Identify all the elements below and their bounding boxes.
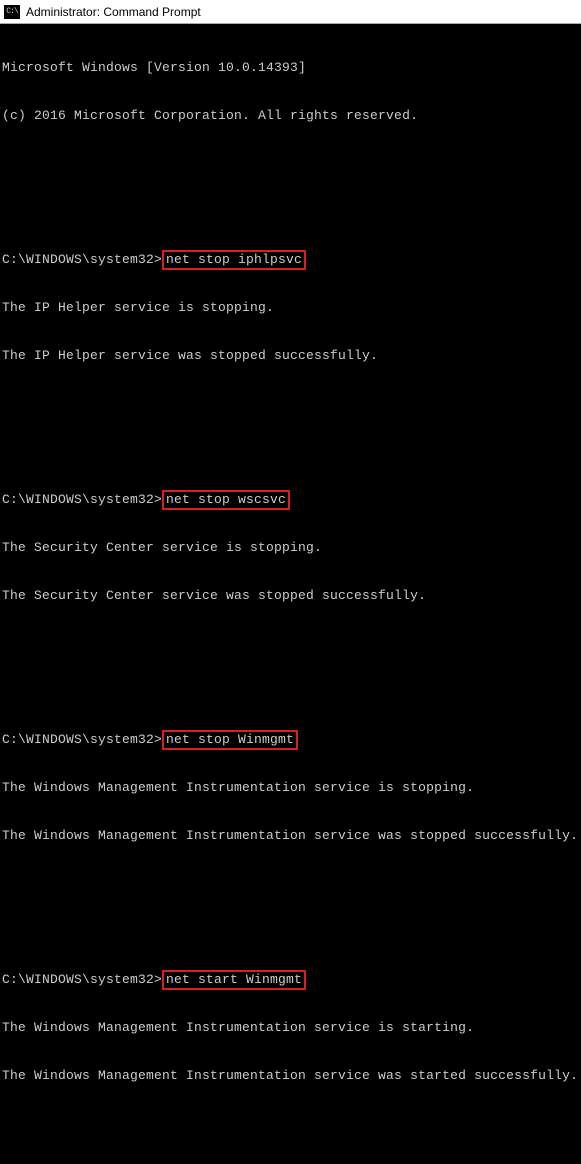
output-line: The Windows Management Instrumentation s… (2, 1068, 579, 1084)
window-title: Administrator: Command Prompt (26, 5, 201, 19)
banner-line: (c) 2016 Microsoft Corporation. All righ… (2, 108, 579, 124)
command-line: C:\WINDOWS\system32>net start Winmgmt (2, 972, 579, 988)
prompt: C:\WINDOWS\system32> (2, 252, 162, 267)
cmd-icon: C:\ (4, 5, 20, 19)
command-group: C:\WINDOWS\system32>net stop wscsvc The … (2, 460, 579, 636)
output-line: The Windows Management Instrumentation s… (2, 780, 579, 796)
output-line: The IP Helper service is stopping. (2, 300, 579, 316)
prompt: C:\WINDOWS\system32> (2, 972, 162, 987)
command-group: C:\WINDOWS\system32>net start Winmgmt Th… (2, 940, 579, 1116)
highlighted-command: net stop Winmgmt (162, 730, 298, 750)
banner-line: Microsoft Windows [Version 10.0.14393] (2, 60, 579, 76)
command-line: C:\WINDOWS\system32>net stop Winmgmt (2, 732, 579, 748)
command-line: C:\WINDOWS\system32>net stop iphlpsvc (2, 252, 579, 268)
window-titlebar[interactable]: C:\ Administrator: Command Prompt (0, 0, 581, 24)
highlighted-command: net start Winmgmt (162, 970, 306, 990)
prompt: C:\WINDOWS\system32> (2, 732, 162, 747)
output-line: The Security Center service was stopped … (2, 588, 579, 604)
highlighted-command: net stop iphlpsvc (162, 250, 306, 270)
output-line: The Windows Management Instrumentation s… (2, 1020, 579, 1036)
command-line: C:\WINDOWS\system32>net stop wscsvc (2, 492, 579, 508)
output-line: The IP Helper service was stopped succes… (2, 348, 579, 364)
output-line: The Windows Management Instrumentation s… (2, 828, 579, 844)
highlighted-command: net stop wscsvc (162, 490, 290, 510)
command-group: C:\WINDOWS\system32>net stop iphlpsvc Th… (2, 220, 579, 396)
output-line: The Security Center service is stopping. (2, 540, 579, 556)
prompt: C:\WINDOWS\system32> (2, 492, 162, 507)
terminal-output[interactable]: Microsoft Windows [Version 10.0.14393] (… (0, 24, 581, 1164)
command-group: C:\WINDOWS\system32>net stop Winmgmt The… (2, 700, 579, 876)
blank-line (2, 156, 579, 172)
